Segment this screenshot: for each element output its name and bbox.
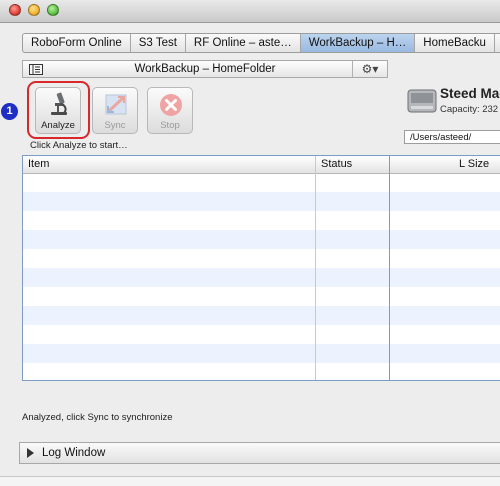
backup-panel: WorkBackup – HomeFolder ⚙▾ Analyze Sync …: [19, 60, 500, 464]
column-header-item[interactable]: Item: [28, 158, 49, 170]
table-row[interactable]: [23, 344, 500, 363]
column-header-l-size[interactable]: L Size: [459, 158, 489, 170]
analyze-hint-text: Click Analyze to start…: [30, 140, 128, 151]
gear-icon[interactable]: ⚙▾: [352, 61, 387, 77]
tab-workbackup[interactable]: WorkBackup – H…: [300, 34, 416, 52]
column-divider[interactable]: [315, 156, 316, 380]
table-row[interactable]: [23, 173, 500, 192]
destination-drive-name: Steed Mac: [440, 86, 500, 101]
zoom-window-button[interactable]: [47, 4, 59, 16]
table-row[interactable]: [23, 192, 500, 211]
tab-rf-online[interactable]: RF Online – aste…: [186, 34, 301, 52]
tab-s3-test[interactable]: S3 Test: [131, 34, 186, 52]
table-row[interactable]: [23, 325, 500, 344]
sync-icon: [105, 94, 127, 115]
table-row[interactable]: [23, 211, 500, 230]
table-row[interactable]: [23, 268, 500, 287]
table-row[interactable]: [23, 363, 500, 380]
table-row[interactable]: [23, 306, 500, 325]
column-divider[interactable]: [389, 156, 390, 380]
stop-icon: [160, 94, 182, 116]
stop-button[interactable]: Stop: [147, 87, 193, 134]
table-row[interactable]: [23, 249, 500, 268]
file-table[interactable]: Item Status L Size: [22, 155, 500, 381]
hard-drive-icon: [407, 89, 437, 113]
window-titlebar: [0, 0, 500, 23]
column-header-status[interactable]: Status: [321, 158, 352, 170]
tab-bar: RoboForm Online S3 Test RF Online – aste…: [22, 33, 500, 53]
log-window-disclosure[interactable]: Log Window: [19, 442, 500, 464]
panel-title: WorkBackup – HomeFolder: [134, 63, 276, 75]
table-header: Item Status L Size: [23, 156, 500, 174]
sync-label: Sync: [104, 120, 126, 131]
status-text: Analyzed, click Sync to synchronize: [22, 412, 173, 423]
close-window-button[interactable]: [9, 4, 21, 16]
minimize-window-button[interactable]: [28, 4, 40, 16]
log-window-label: Log Window: [42, 447, 106, 459]
destination-capacity: Capacity: 232: [440, 104, 499, 115]
analyze-callout-outline: [27, 81, 90, 139]
stop-label: Stop: [160, 120, 180, 131]
tab-roboform-online[interactable]: RoboForm Online: [23, 34, 131, 52]
sync-button[interactable]: Sync: [92, 87, 138, 134]
callout-number-badge: 1: [1, 103, 18, 120]
destination-path-field[interactable]: /Users/asteed/: [404, 130, 500, 144]
table-row[interactable]: [23, 287, 500, 306]
tab-homebackup[interactable]: HomeBacku: [415, 34, 495, 52]
disclosure-triangle-icon[interactable]: [27, 448, 34, 458]
table-row[interactable]: [23, 230, 500, 249]
panel-header: WorkBackup – HomeFolder ⚙▾: [22, 60, 388, 78]
